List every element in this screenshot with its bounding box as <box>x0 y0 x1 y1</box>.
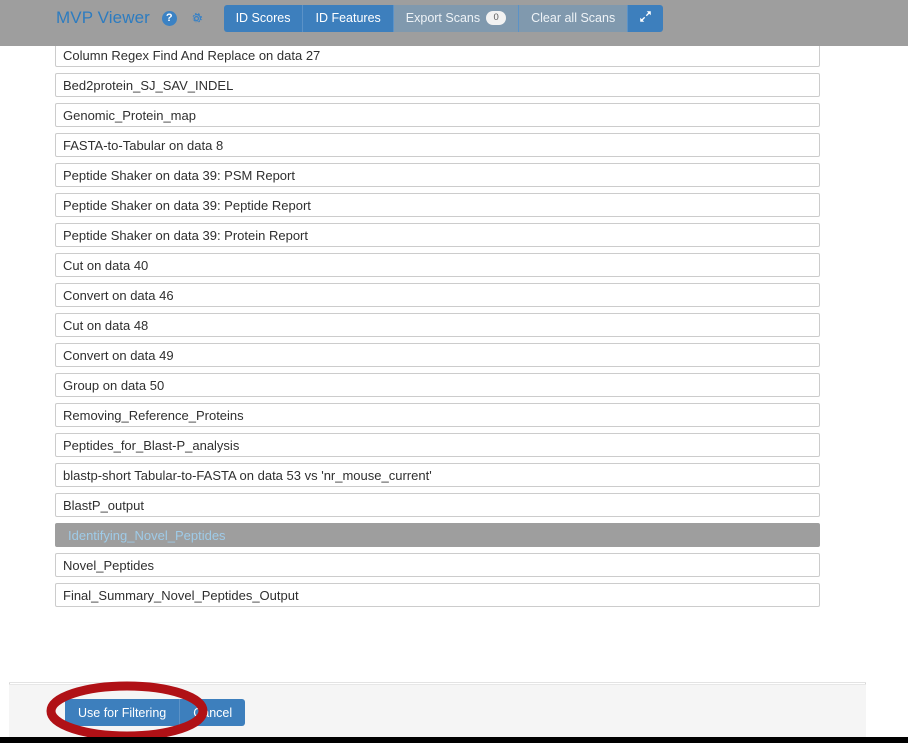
toolbar-button-group: ID Scores ID Features Export Scans 0 Cle… <box>223 4 664 32</box>
dataset-row[interactable]: Novel_Peptides <box>55 553 820 577</box>
id-scores-button[interactable]: ID Scores <box>223 4 304 32</box>
toolbar-content: MVP Viewer ? ID Scores ID Features Expor… <box>0 0 664 36</box>
dataset-row[interactable]: Convert on data 46 <box>55 283 820 307</box>
export-scans-button[interactable]: Export Scans 0 <box>393 4 520 32</box>
dataset-row[interactable]: Final_Summary_Novel_Peptides_Output <box>55 583 820 607</box>
clear-all-scans-label: Clear all Scans <box>531 11 616 25</box>
dataset-row[interactable]: Removing_Reference_Proteins <box>55 403 820 427</box>
dataset-row[interactable]: Cut on data 40 <box>55 253 820 277</box>
id-scores-label: ID Scores <box>235 11 291 25</box>
modal-footer: Use for Filtering Cancel <box>9 684 866 737</box>
export-scans-count-badge: 0 <box>486 11 507 25</box>
dataset-list-region[interactable]: SQLite to tabular on data 23Column Regex… <box>9 0 866 683</box>
id-features-button[interactable]: ID Features <box>303 4 394 32</box>
page-background: SQLite to tabular on data 23Column Regex… <box>0 0 908 737</box>
dataset-row[interactable]: FASTA-to-Tabular on data 8 <box>55 133 820 157</box>
dataset-row[interactable]: blastp-short Tabular-to-FASTA on data 53… <box>55 463 820 487</box>
export-scans-label: Export Scans <box>405 11 481 25</box>
dataset-row[interactable]: BlastP_output <box>55 493 820 517</box>
app-title-text: MVP Viewer <box>56 8 150 27</box>
dataset-row[interactable]: Column Regex Find And Replace on data 27 <box>55 43 820 67</box>
dataset-list: SQLite to tabular on data 23Column Regex… <box>9 0 866 613</box>
dataset-row[interactable]: Group on data 50 <box>55 373 820 397</box>
gear-icon[interactable] <box>189 11 204 26</box>
dataset-row[interactable]: Peptides_for_Blast-P_analysis <box>55 433 820 457</box>
dataset-row[interactable]: Peptide Shaker on data 39: PSM Report <box>55 163 820 187</box>
app-toolbar: MVP Viewer ? ID Scores ID Features Expor… <box>0 0 908 46</box>
clear-all-scans-button[interactable]: Clear all Scans <box>519 4 629 32</box>
dataset-row[interactable]: Peptide Shaker on data 39: Protein Repor… <box>55 223 820 247</box>
dataset-row[interactable]: Cut on data 48 <box>55 313 820 337</box>
expand-arrows-icon <box>639 10 652 26</box>
dataset-row[interactable]: Genomic_Protein_map <box>55 103 820 127</box>
screen-bottom-edge <box>0 737 908 743</box>
question-mark-circle-icon[interactable]: ? <box>161 11 177 27</box>
footer-button-group: Use for Filtering Cancel <box>65 699 246 726</box>
id-features-label: ID Features <box>315 11 381 25</box>
app-title: MVP Viewer ? <box>56 8 204 28</box>
dataset-row-selected[interactable]: Identifying_Novel_Peptides <box>55 523 820 547</box>
use-for-filtering-button[interactable]: Use for Filtering <box>65 699 181 726</box>
dataset-row[interactable]: Convert on data 49 <box>55 343 820 367</box>
dataset-row[interactable]: Bed2protein_SJ_SAV_INDEL <box>55 73 820 97</box>
dataset-row[interactable]: Peptide Shaker on data 39: Peptide Repor… <box>55 193 820 217</box>
expand-button[interactable] <box>628 4 664 32</box>
cancel-button[interactable]: Cancel <box>180 699 246 726</box>
